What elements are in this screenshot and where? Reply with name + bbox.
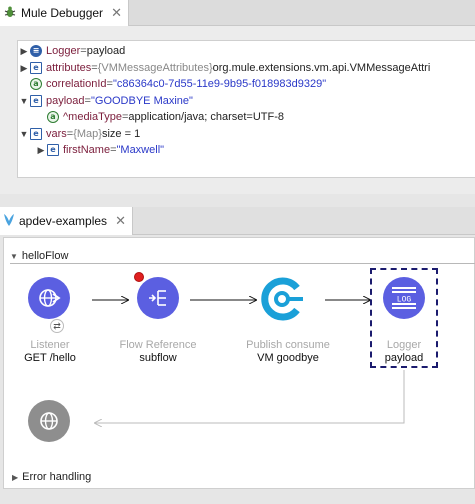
- error-handling-header[interactable]: ▶ Error handling: [12, 471, 91, 483]
- listener-title: Listener: [30, 339, 70, 351]
- flow-reference-component[interactable]: [137, 277, 179, 319]
- listener-component[interactable]: [28, 277, 70, 319]
- expand-arrow-icon[interactable]: ▶: [12, 473, 18, 482]
- logger-component[interactable]: LOG: [383, 277, 425, 319]
- log-icon-text: LOG: [397, 296, 412, 305]
- listener-subtitle: GET /hello: [24, 352, 76, 364]
- source-badge-icon: ⇄: [50, 319, 64, 333]
- response-component[interactable]: [28, 400, 70, 442]
- publish-consume-subtitle: VM goodbye: [257, 352, 319, 364]
- flow-reference-title: Flow Reference: [119, 339, 197, 351]
- breakpoint-icon[interactable]: [134, 272, 144, 282]
- publish-consume-component[interactable]: [259, 276, 305, 322]
- publish-consume-title: Publish consume: [246, 339, 330, 351]
- vm-connector-icon: [261, 277, 303, 321]
- flow-connectors: [92, 0, 405, 504]
- error-handling-label: Error handling: [22, 471, 92, 483]
- globe-icon: [39, 289, 61, 307]
- log-icon: LOG: [392, 287, 416, 309]
- globe-icon: [40, 412, 58, 430]
- logger-title: Logger: [386, 339, 422, 351]
- flow-reference-subtitle: subflow: [139, 352, 177, 364]
- flow-reference-icon: [149, 290, 166, 306]
- logger-subtitle: payload: [384, 352, 424, 364]
- return-connector: [95, 370, 405, 423]
